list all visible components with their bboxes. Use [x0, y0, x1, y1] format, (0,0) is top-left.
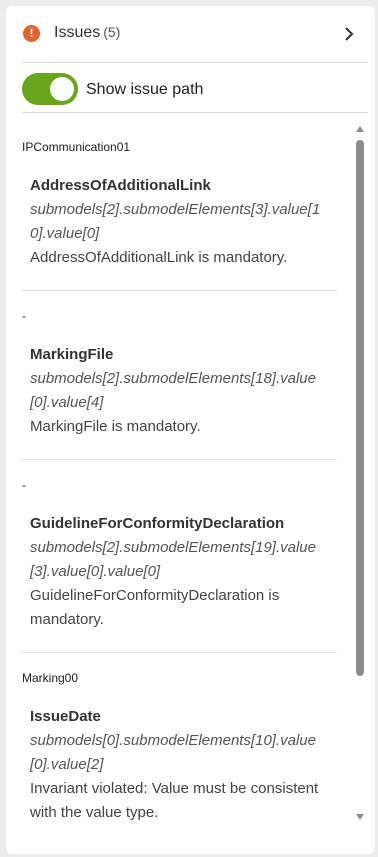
issue-item[interactable]: AddressOfAdditionalLink submodels[2].sub…	[30, 174, 330, 270]
issue-message: AddressOfAdditionalLink is mandatory.	[30, 249, 288, 266]
chevron-right-icon[interactable]	[341, 26, 357, 42]
issue-item[interactable]: MarkingFile submodels[2].submodelElement…	[30, 343, 330, 439]
issues-list: IPCommunication01 AddressOfAdditionalLin…	[6, 126, 375, 848]
issue-message: Invariant violated: Value must be consis…	[30, 780, 319, 821]
issues-title-text: Issues	[54, 24, 101, 41]
issue-name: AddressOfAdditionalLink	[30, 177, 211, 194]
issue-separator	[22, 290, 337, 291]
issue-name: MarkingFile	[30, 346, 114, 363]
issue-item[interactable]: IssueDate submodels[0].submodelElements[…	[30, 705, 330, 825]
issue-separator	[22, 459, 337, 460]
issue-path: submodels[2].submodelElements[18].value[…	[30, 370, 316, 411]
issue-name: IssueDate	[30, 708, 101, 725]
scrollbar-thumb[interactable]	[356, 140, 364, 676]
header-divider	[22, 62, 368, 63]
scroll-down-arrow-icon[interactable]	[355, 812, 365, 822]
issue-message: GuidelineForConformityDeclaration is man…	[30, 587, 280, 628]
group-label: Marking00	[22, 671, 79, 685]
issues-count: (5)	[103, 24, 121, 40]
issue-path: submodels[2].submodelElements[3].value[1…	[30, 201, 321, 242]
group-label: IPCommunication01	[22, 140, 131, 154]
scrollbar[interactable]	[355, 124, 365, 830]
issue-path: submodels[2].submodelElements[19].value[…	[30, 539, 316, 580]
show-issue-path-toggle[interactable]	[22, 73, 78, 105]
scroll-up-arrow-icon[interactable]	[355, 124, 365, 134]
warning-icon: !	[23, 25, 40, 42]
show-issue-path-row: Show issue path	[6, 68, 375, 112]
issues-header[interactable]: ! Issues (5)	[6, 6, 375, 62]
issues-panel: ! Issues (5) Show issue path IPCommunicat…	[6, 6, 375, 854]
toggle-divider	[22, 112, 368, 113]
issue-name: GuidelineForConformityDeclaration	[30, 515, 285, 532]
show-issue-path-label: Show issue path	[86, 81, 204, 98]
issue-path: submodels[0].submodelElements[10].value[…	[30, 732, 316, 773]
issue-item[interactable]: GuidelineForConformityDeclaration submod…	[30, 512, 330, 632]
issues-title: Issues (5)	[54, 24, 120, 42]
issue-message: MarkingFile is mandatory.	[30, 418, 201, 435]
group-label: -	[22, 478, 26, 492]
issue-separator	[22, 652, 337, 653]
toggle-knob	[50, 77, 74, 101]
group-label: -	[22, 309, 26, 323]
